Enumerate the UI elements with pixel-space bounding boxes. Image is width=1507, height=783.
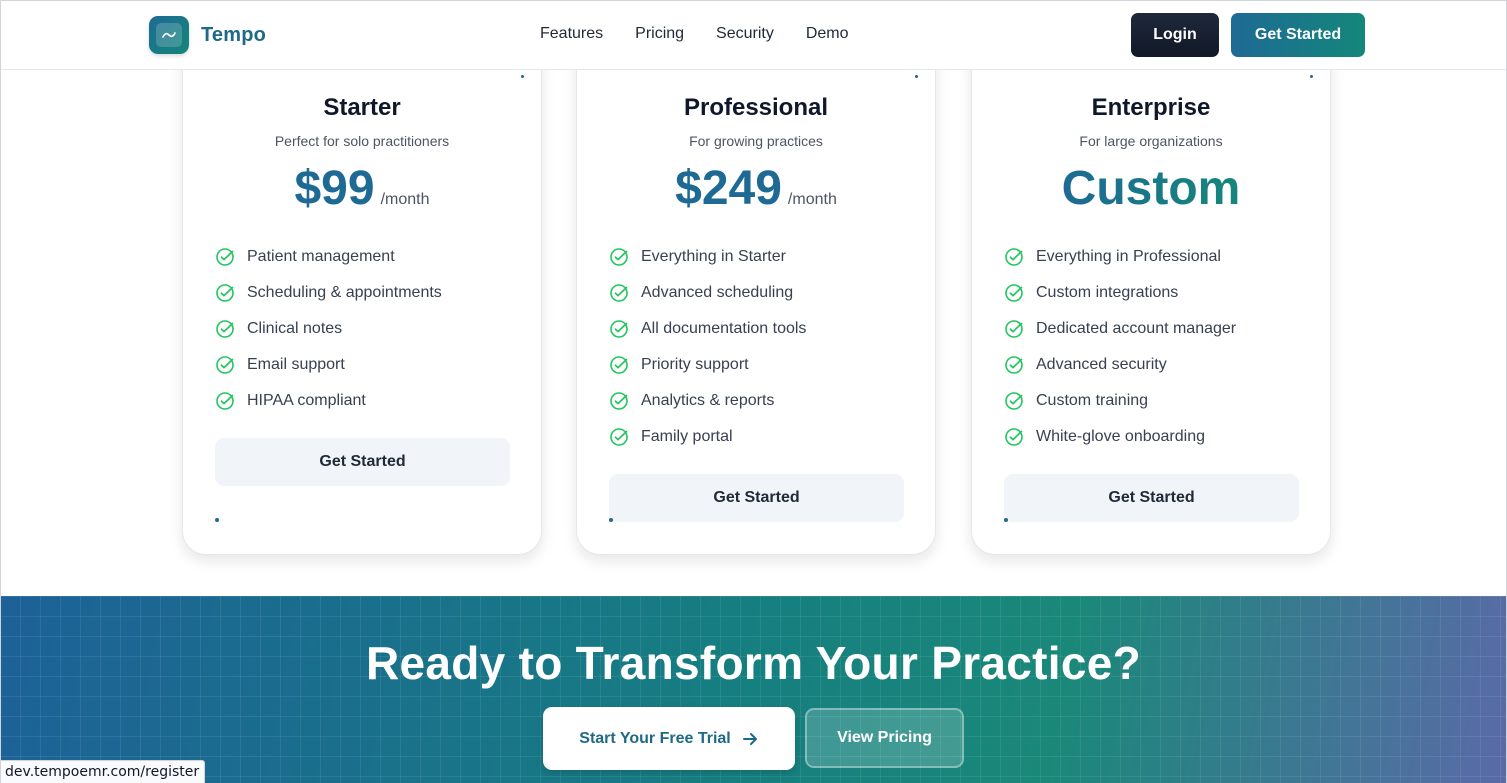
check-circle-icon: [610, 284, 628, 302]
feature-text: White-glove onboarding: [1036, 428, 1205, 445]
plan-name: Professional: [683, 94, 829, 121]
feature-item: Email support: [215, 347, 442, 383]
logo: [149, 16, 189, 54]
plan-subtitle: For large organizations: [1079, 133, 1223, 149]
check-circle-icon: [1005, 320, 1023, 338]
check-circle-icon: [1005, 284, 1023, 302]
decor-dot: [609, 518, 613, 522]
nav-link-security[interactable]: Security: [716, 25, 774, 43]
plan-price: Custom: [1061, 162, 1241, 215]
professional-get-started-button[interactable]: Get Started: [609, 474, 904, 522]
feature-item: Custom integrations: [1004, 275, 1236, 311]
nav-get-started-button[interactable]: Get Started: [1231, 13, 1365, 57]
feature-text: Advanced scheduling: [641, 284, 794, 301]
feature-list: Everything in Professional Custom integr…: [1004, 239, 1236, 455]
feature-item: Analytics & reports: [609, 383, 806, 419]
feature-item: White-glove onboarding: [1004, 419, 1236, 455]
price-row: $99 /month: [183, 165, 541, 213]
feature-text: Everything in Professional: [1036, 248, 1221, 265]
plan-subtitle: For growing practices: [689, 133, 823, 149]
decor-dot: [1004, 518, 1008, 522]
price-row: Custom: [972, 165, 1330, 213]
check-circle-icon: [216, 320, 234, 338]
feature-item: Scheduling & appointments: [215, 275, 442, 311]
feature-item: Dedicated account manager: [1004, 311, 1236, 347]
feature-list: Everything in Starter Advanced schedulin…: [609, 239, 806, 455]
nav-links: Features Pricing Security Demo: [540, 25, 849, 43]
check-circle-icon: [216, 356, 234, 374]
top-nav: Tempo Features Pricing Security Demo Log…: [0, 0, 1507, 70]
arrow-right-icon: [742, 732, 757, 745]
feature-item: Clinical notes: [215, 311, 442, 347]
check-circle-icon: [610, 392, 628, 410]
plan-name: Enterprise: [1091, 94, 1211, 121]
plan-price: $249: [675, 162, 782, 215]
check-circle-icon: [610, 248, 628, 266]
feature-text: Patient management: [247, 248, 395, 265]
price-period: /month: [380, 191, 430, 208]
decor-dot: [215, 518, 219, 522]
feature-text: Advanced security: [1036, 356, 1167, 373]
feature-text: Analytics & reports: [641, 392, 775, 409]
login-button[interactable]: Login: [1131, 13, 1219, 57]
start-free-trial-button[interactable]: Start Your Free Trial: [543, 707, 795, 770]
status-bar-url: dev.tempoemr.com/register: [0, 760, 206, 783]
brand-name: Tempo: [201, 23, 267, 46]
feature-item: Advanced scheduling: [609, 275, 806, 311]
check-circle-icon: [216, 392, 234, 410]
feature-text: HIPAA compliant: [247, 392, 366, 409]
check-circle-icon: [1005, 392, 1023, 410]
feature-item: Advanced security: [1004, 347, 1236, 383]
nav-link-features[interactable]: Features: [540, 25, 603, 43]
starter-get-started-button[interactable]: Get Started: [215, 438, 510, 486]
cta-title: Ready to Transform Your Practice?: [365, 637, 1142, 689]
enterprise-get-started-button[interactable]: Get Started: [1004, 474, 1299, 522]
decor-dot: [1310, 75, 1313, 78]
check-circle-icon: [1005, 428, 1023, 446]
feature-text: Email support: [247, 356, 345, 373]
feature-item: All documentation tools: [609, 311, 806, 347]
brand[interactable]: Tempo: [149, 16, 266, 54]
feature-item: Patient management: [215, 239, 442, 275]
plan-price: $99: [294, 162, 375, 215]
check-circle-icon: [610, 356, 628, 374]
feature-item: Priority support: [609, 347, 806, 383]
feature-item: Custom training: [1004, 383, 1236, 419]
feature-text: Custom integrations: [1036, 284, 1179, 301]
start-free-trial-label: Start Your Free Trial: [579, 729, 731, 747]
feature-text: Custom training: [1036, 392, 1149, 409]
price-period: /month: [787, 191, 837, 208]
plan-name: Starter: [323, 94, 401, 121]
nav-link-demo[interactable]: Demo: [806, 25, 849, 43]
check-circle-icon: [610, 428, 628, 446]
check-circle-icon: [216, 284, 234, 302]
feature-text: Scheduling & appointments: [247, 284, 442, 301]
pricing-card-professional: Professional For growing practices $249 …: [576, 40, 936, 555]
feature-text: Family portal: [641, 428, 733, 445]
cta-banner: Ready to Transform Your Practice? Start …: [0, 596, 1507, 783]
feature-text: Dedicated account manager: [1036, 320, 1237, 337]
plan-subtitle: Perfect for solo practitioners: [274, 133, 450, 149]
view-pricing-button[interactable]: View Pricing: [805, 708, 964, 768]
feature-item: Everything in Professional: [1004, 239, 1236, 275]
feature-item: Everything in Starter: [609, 239, 806, 275]
feature-text: All documentation tools: [641, 320, 807, 337]
check-circle-icon: [1005, 356, 1023, 374]
check-circle-icon: [1005, 248, 1023, 266]
feature-text: Priority support: [641, 356, 749, 373]
feature-item: HIPAA compliant: [215, 383, 442, 419]
decor-dot: [521, 75, 524, 78]
nav-link-pricing[interactable]: Pricing: [635, 25, 684, 43]
pricing-card-starter: Starter Perfect for solo practitioners $…: [182, 40, 542, 555]
price-row: $249 /month: [577, 165, 935, 213]
feature-item: Family portal: [609, 419, 806, 455]
feature-text: Everything in Starter: [641, 248, 786, 265]
check-circle-icon: [610, 320, 628, 338]
pricing-card-enterprise: Enterprise For large organizations Custo…: [971, 40, 1331, 555]
decor-dot: [915, 75, 918, 78]
trend-line-icon: [162, 32, 176, 38]
feature-text: Clinical notes: [247, 320, 343, 337]
check-circle-icon: [216, 248, 234, 266]
feature-list: Patient management Scheduling & appointm…: [215, 239, 442, 419]
